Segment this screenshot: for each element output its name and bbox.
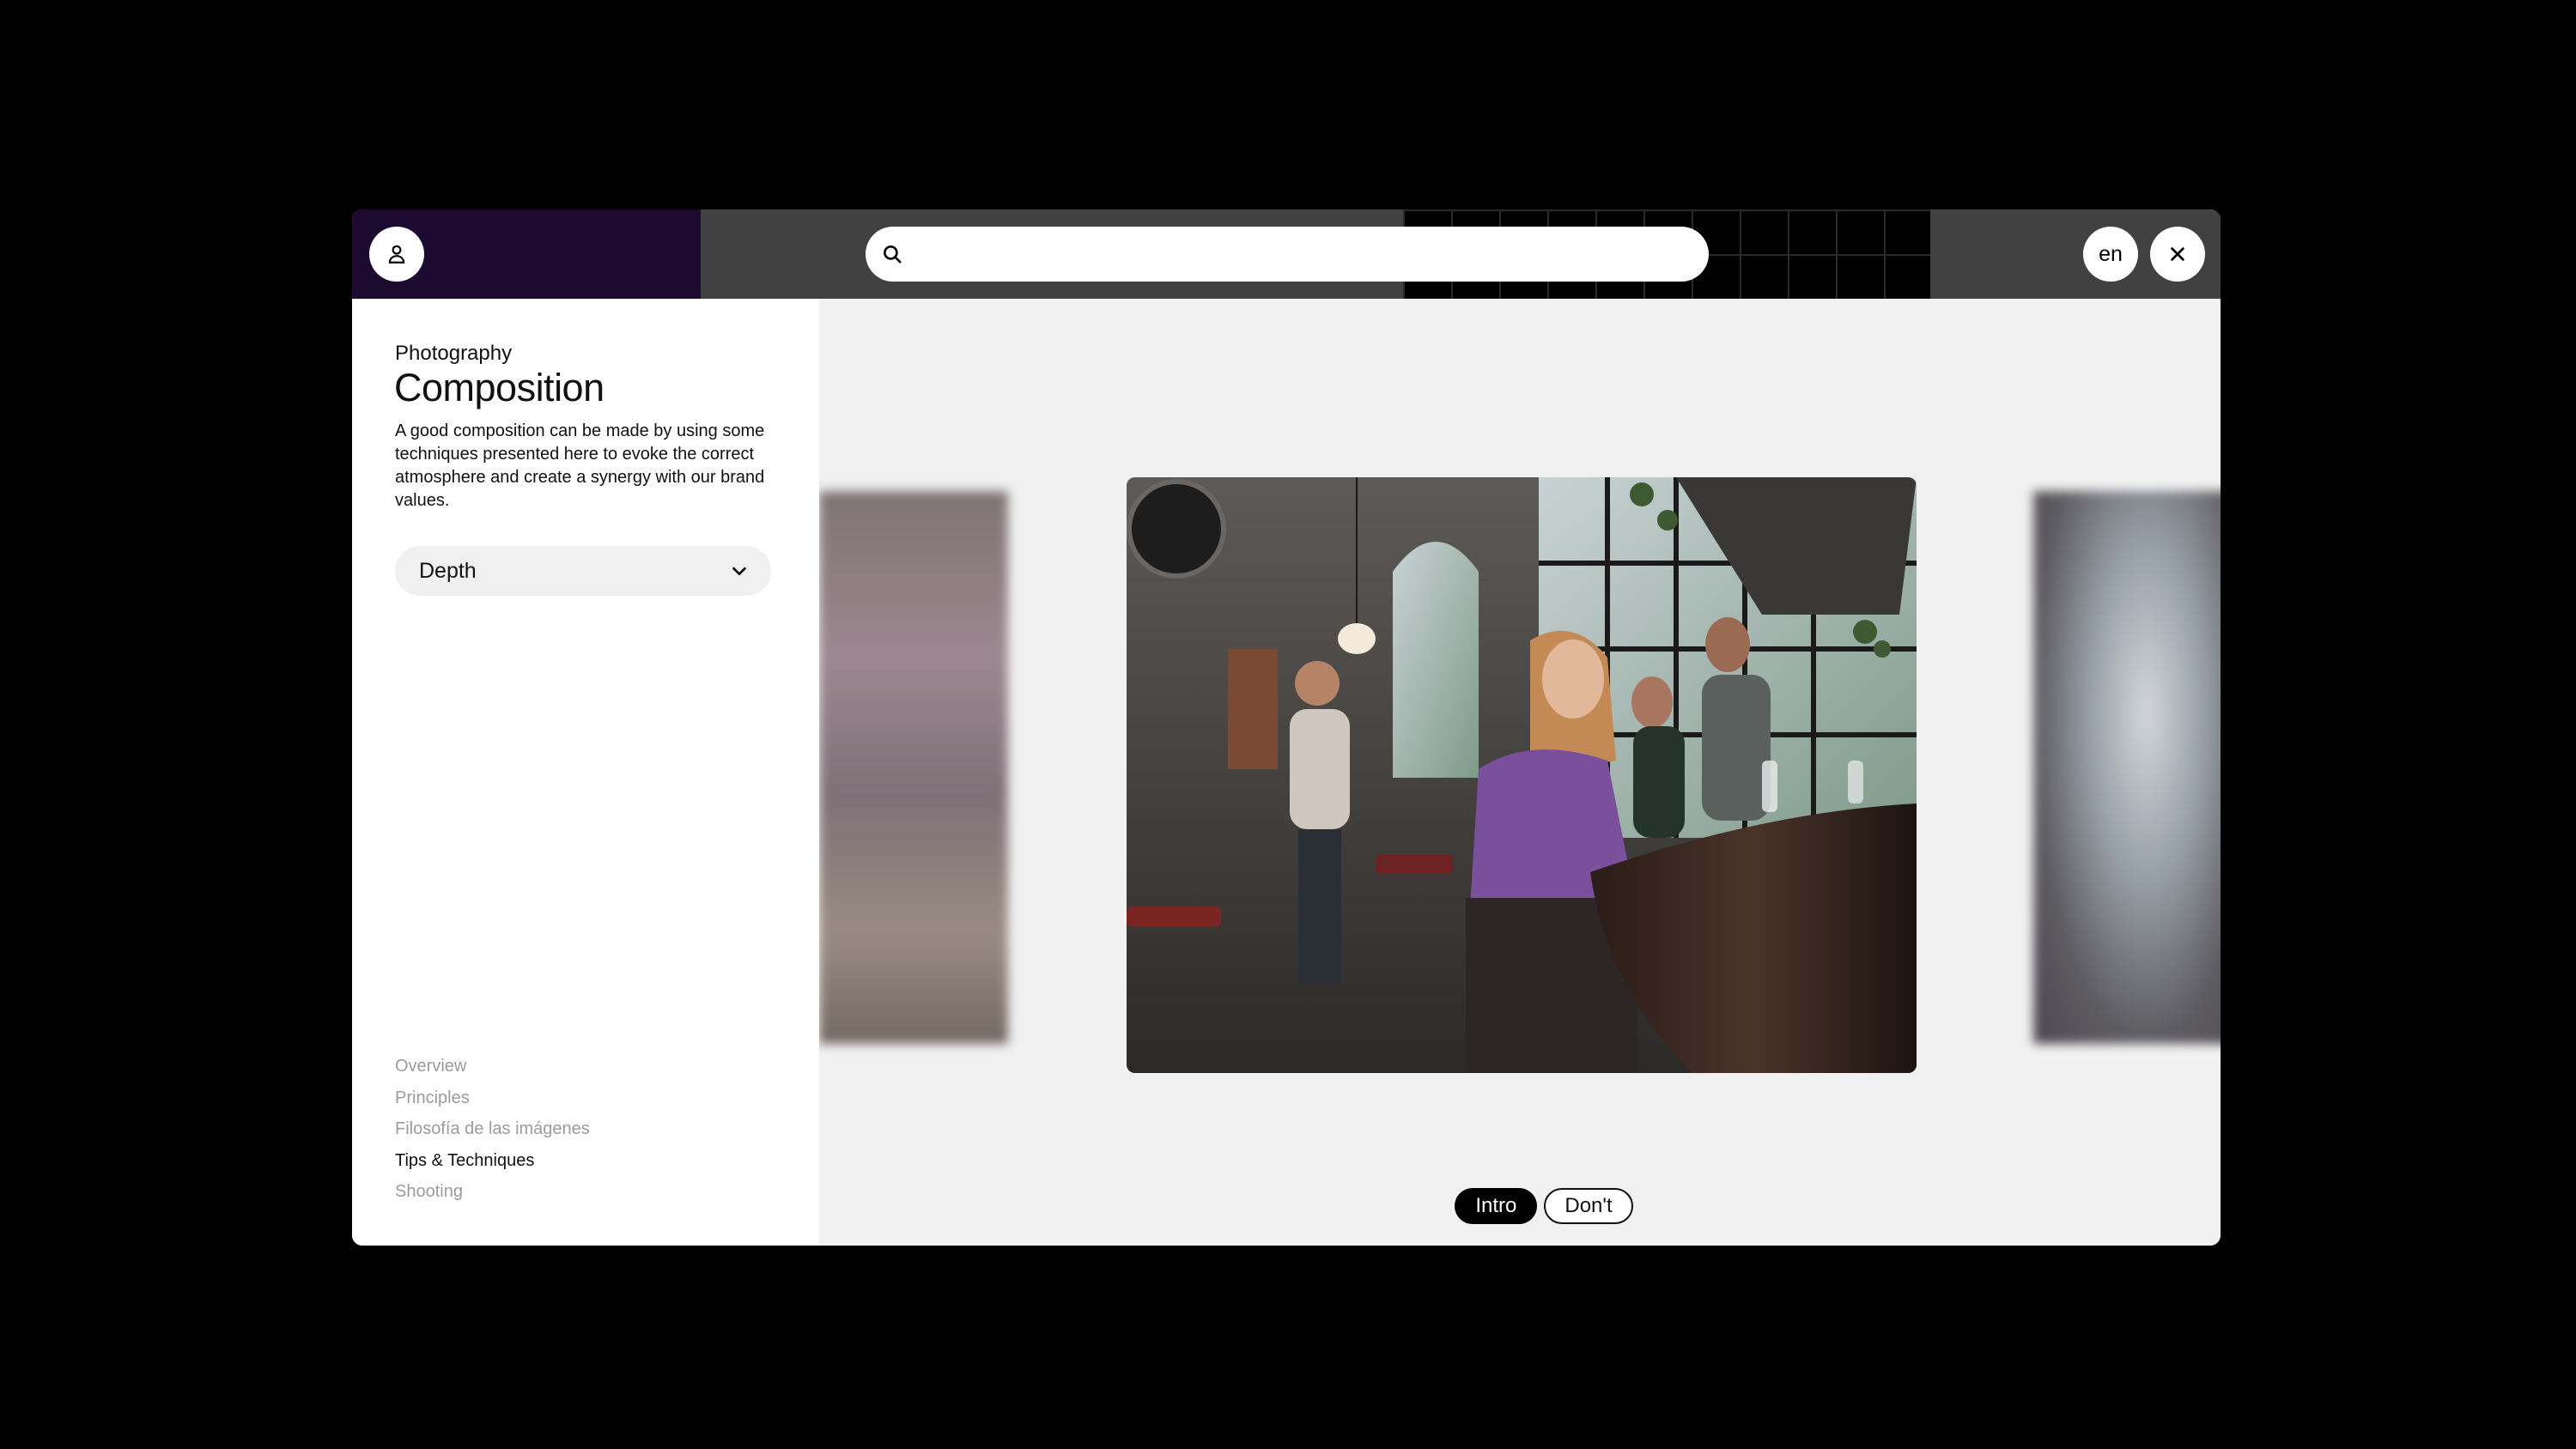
nav-item-shooting[interactable]: Shooting bbox=[395, 1176, 590, 1208]
main-photo bbox=[1127, 477, 1917, 1073]
search-icon bbox=[884, 246, 902, 264]
app-window: en Photography Composition A good compos… bbox=[352, 209, 2221, 1246]
nav-item-tips-techniques[interactable]: Tips & Techniques bbox=[395, 1145, 590, 1177]
search-input[interactable] bbox=[914, 227, 1709, 282]
chevron-down-icon bbox=[732, 567, 746, 576]
nav-item-filosofia[interactable]: Filosofía de las imágenes bbox=[395, 1113, 590, 1145]
dropdown-value: Depth bbox=[419, 558, 477, 583]
page-description: A good composition can be made by using … bbox=[395, 421, 765, 510]
close-button[interactable] bbox=[2150, 227, 2205, 282]
sidebar: Photography Composition A good compositi… bbox=[352, 299, 819, 1246]
search-bar[interactable] bbox=[866, 227, 1709, 282]
user-icon bbox=[388, 245, 405, 264]
close-icon bbox=[2171, 247, 2184, 261]
next-slide-preview[interactable] bbox=[2033, 491, 2221, 1044]
tab-intro[interactable]: Intro bbox=[1455, 1188, 1538, 1224]
gallery-area: Intro Don't bbox=[819, 299, 2221, 1246]
page-title: Composition bbox=[394, 366, 605, 409]
top-bar: en bbox=[352, 209, 2221, 299]
slide-tabs: Intro Don't bbox=[819, 1188, 2221, 1224]
profile-button[interactable] bbox=[369, 227, 424, 282]
technique-dropdown[interactable]: Depth bbox=[395, 546, 771, 596]
tab-dont[interactable]: Don't bbox=[1544, 1188, 1633, 1224]
section-eyebrow: Photography bbox=[395, 342, 513, 365]
previous-slide-preview[interactable] bbox=[819, 491, 1008, 1044]
language-label: en bbox=[2099, 241, 2123, 266]
section-nav: Overview Principles Filosofía de las imá… bbox=[395, 1051, 590, 1208]
nav-item-principles[interactable]: Principles bbox=[395, 1082, 590, 1114]
language-button[interactable]: en bbox=[2083, 227, 2138, 282]
bar-scene-illustration bbox=[1127, 477, 1917, 1073]
nav-item-overview[interactable]: Overview bbox=[395, 1051, 590, 1082]
